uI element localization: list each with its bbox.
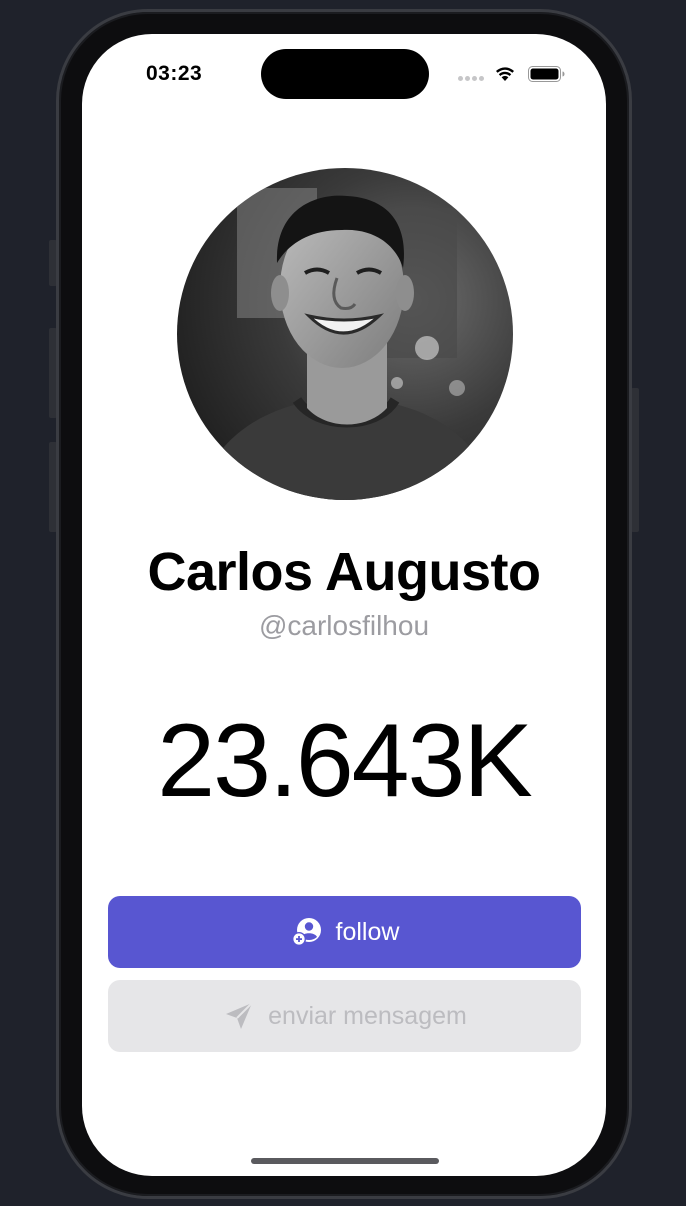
send-message-label: enviar mensagem bbox=[268, 1001, 467, 1030]
home-indicator[interactable] bbox=[251, 1158, 439, 1164]
follow-button-label: follow bbox=[335, 917, 400, 946]
paper-plane-icon bbox=[226, 1002, 253, 1029]
follow-button[interactable]: follow bbox=[108, 896, 581, 968]
follower-count: 23.643K bbox=[157, 703, 532, 819]
send-message-button[interactable]: enviar mensagem bbox=[108, 980, 581, 1052]
status-time: 03:23 bbox=[146, 62, 203, 85]
power-side-button bbox=[631, 388, 639, 532]
profile-handle: @carlosfilhou bbox=[258, 610, 430, 641]
wifi-icon bbox=[496, 67, 514, 81]
phone-screen: 03:23 Carlos Augusto @carlosfilhou 23.64… bbox=[82, 34, 606, 1176]
profile-name: Carlos Augusto bbox=[147, 542, 541, 602]
battery-full-icon bbox=[528, 66, 565, 82]
profile-avatar bbox=[177, 168, 513, 500]
person-add-icon bbox=[291, 918, 321, 946]
cellular-signal-icon bbox=[458, 76, 484, 81]
dynamic-island bbox=[261, 49, 429, 99]
